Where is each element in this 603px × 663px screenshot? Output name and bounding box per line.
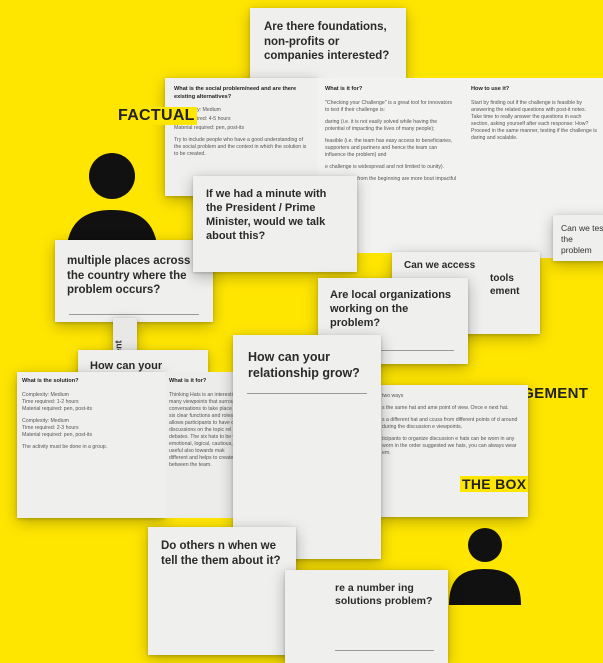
sheet-hats2-p4: ticipants to organize discussion e hats …	[382, 436, 517, 457]
sheet-solution-b2: Time required: 2-3 hours	[22, 424, 79, 431]
card-multiple-text: multiple places across the country where…	[67, 255, 191, 297]
sheet-solution-a1: Complexity: Medium	[22, 391, 69, 398]
card-access-line3: ement	[490, 285, 520, 297]
card-multiple-divider	[69, 314, 199, 315]
sheet-whatfor-title: What is it for?	[325, 86, 363, 92]
card-access-line1: Can we access	[404, 260, 476, 271]
sheet-solution-note: The activity must be done in a group.	[22, 443, 108, 450]
card-a-number-text: re a number ing solutions problem?	[335, 582, 433, 608]
sheet-solution-a3: Material required: pen, post-its	[22, 405, 93, 412]
card-relationship: How can your relationship grow?	[233, 335, 381, 559]
sheet-hats2-p2: s the same hat and ame point of view. On…	[382, 405, 509, 412]
sheet-solution-b1: Complexity: Medium	[22, 417, 69, 424]
card-minute: If we had a minute with the President / …	[193, 176, 357, 272]
sheet-social-line-3: Material required: pen, post-its	[174, 125, 245, 132]
card-foundations-text: Are there foundations, non-profits or co…	[264, 21, 390, 63]
sheet-whatfor-p4: e challenge is widespread and not limite…	[325, 163, 445, 170]
card-a-number-divider	[335, 650, 434, 651]
card-can-we-test-text: Can we tes the problem	[561, 223, 603, 255]
sheet-solution-b3: Material required: pen, post-its	[22, 431, 93, 438]
card-local-orgs-text: Are local organizations working on the p…	[330, 289, 452, 330]
card-can-we-test: Can we tes the problem	[553, 215, 603, 261]
card-relationship-divider	[247, 393, 367, 394]
sheet-social-note: Try to include people who have a good un…	[174, 137, 307, 158]
card-do-others: Do others n when we tell the them about …	[148, 527, 296, 655]
card-minute-text: If we had a minute with the President / …	[206, 188, 327, 243]
card-how-can-your-text: How can your	[90, 360, 163, 372]
sheet-whatfor-p1: "Checking your Challenge" is a great too…	[325, 99, 453, 113]
sheet-social-title: What is the social problem/need and are …	[174, 86, 297, 100]
card-relationship-text: How can your relationship grow?	[248, 350, 360, 380]
card-access-line2: tools	[490, 272, 514, 284]
sheet-howto-title: How to use it?	[471, 86, 510, 92]
card-multiple-places: multiple places across the country where…	[55, 240, 213, 322]
sheet-solution-a2: Time required: 1-2 hours	[22, 398, 79, 405]
sheet-howto-p1: Start by finding out if the challenge is…	[471, 99, 598, 141]
sheet-solution: What is the solution? Complexity: Medium…	[17, 372, 165, 518]
sheet-whatfor-p3: feasible (i.e. the team has easy access …	[325, 137, 453, 158]
label-factual: FACTUAL	[116, 107, 197, 125]
sheet-hats2-p1: two ways	[382, 393, 404, 399]
card-do-others-text: Do others n when we tell the them about …	[161, 540, 281, 567]
sheet-hats-p1: Thinking Hats is an interesting many vie…	[169, 391, 242, 468]
sheet-whatfor-p2: daring (i.e. it is not easily solved whi…	[325, 118, 438, 132]
card-foundations: Are there foundations, non-profits or co…	[250, 8, 406, 84]
person-icon-right	[449, 528, 521, 605]
sheet-solution-title: What is the solution?	[22, 378, 79, 384]
card-a-number: re a number ing solutions problem?	[285, 570, 448, 663]
label-the-box: THE BOX	[460, 476, 529, 492]
sheet-hats-continued: two ways s the same hat and ame point of…	[378, 385, 528, 517]
sheet-hats2-p3: s a different hat and ccuss from differe…	[382, 417, 518, 431]
sheet-hats-title: What is it for?	[169, 378, 207, 384]
